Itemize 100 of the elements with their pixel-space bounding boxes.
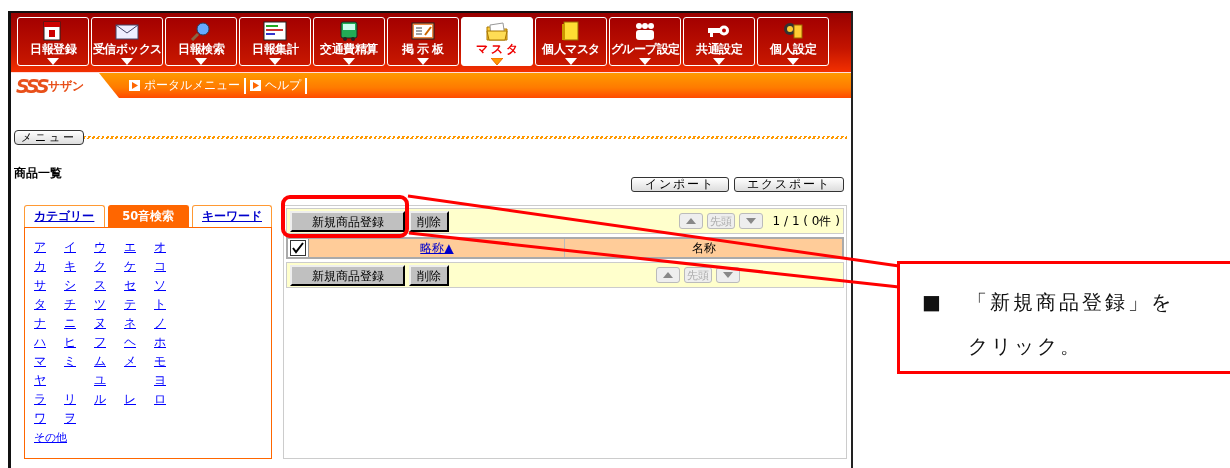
toolbar-button[interactable]: 新規商品登録 — [290, 264, 406, 286]
kana-link[interactable]: ク — [94, 258, 124, 274]
nav-button[interactable]: 個人設定 — [757, 17, 829, 66]
search-tab[interactable]: キーワード — [191, 205, 273, 227]
kana-link[interactable]: ル — [94, 391, 124, 407]
caret-icon — [417, 58, 429, 65]
kana-link[interactable]: ロ — [154, 391, 184, 407]
kana-link[interactable]: フ — [94, 334, 124, 350]
kana-link[interactable]: ミ — [64, 353, 94, 369]
kana-link[interactable]: チ — [64, 296, 94, 312]
kana-link[interactable]: ス — [94, 277, 124, 293]
kana-link[interactable]: マ — [34, 353, 64, 369]
kana-link[interactable]: その他 — [34, 430, 67, 445]
callout-text: ■ 「新規商品登録」をクリック。 — [922, 289, 1175, 360]
nav-button[interactable]: 共通設定 — [683, 17, 755, 66]
caret-icon — [565, 58, 577, 65]
column-header[interactable]: 略称▲ — [420, 239, 454, 257]
action-button[interactable]: エクスポート — [734, 177, 844, 192]
kana-link[interactable]: タ — [34, 296, 64, 312]
kana-link[interactable]: セ — [124, 277, 154, 293]
kana-link[interactable]: レ — [124, 391, 154, 407]
nav-button[interactable]: 個人マスタ — [535, 17, 607, 66]
kana-link[interactable]: ヤ — [34, 372, 64, 388]
play-icon — [250, 80, 261, 91]
nav-button[interactable]: 日報集計 — [239, 17, 311, 66]
kana-link[interactable]: ノ — [154, 315, 184, 331]
kana-link[interactable]: ワ — [34, 410, 64, 426]
down-arrow-icon — [745, 218, 756, 224]
kana-link[interactable]: ム — [94, 353, 124, 369]
kana-link[interactable]: ニ — [64, 315, 94, 331]
nav-button[interactable]: 掲 示 板 — [387, 17, 459, 66]
caret-icon — [787, 58, 799, 65]
kana-link[interactable]: メ — [124, 353, 154, 369]
caret-icon — [639, 58, 651, 65]
kana-link[interactable]: ソ — [154, 277, 184, 293]
kana-link[interactable]: ヒ — [64, 334, 94, 350]
kana-link[interactable]: サ — [34, 277, 64, 293]
menu-button[interactable]: メニュー — [14, 130, 84, 145]
up-arrow-icon — [663, 272, 673, 278]
nav-button[interactable]: マ ス タ — [461, 17, 533, 66]
kana-link[interactable]: ハ — [34, 334, 64, 350]
logo: SSSサザン — [11, 73, 119, 98]
nav-item-icon — [337, 21, 361, 41]
caret-icon — [343, 58, 355, 65]
nav-button[interactable]: 交通費精算 — [313, 17, 385, 66]
caret-icon — [491, 58, 503, 65]
toolbar-button[interactable]: 新規商品登録 — [290, 210, 406, 232]
kana-link[interactable]: モ — [154, 353, 184, 369]
nav-item-icon — [485, 21, 509, 41]
action-button[interactable]: インポート — [631, 177, 729, 192]
kana-link[interactable]: ヘ — [124, 334, 154, 350]
kana-link[interactable]: ユ — [94, 372, 124, 388]
nav-item-icon — [115, 21, 139, 41]
nav-button[interactable]: 日報検索 — [165, 17, 237, 66]
kana-link[interactable]: ホ — [154, 334, 184, 350]
kana-link[interactable]: ヌ — [94, 315, 124, 331]
up-arrow-icon — [685, 218, 696, 224]
toolbar-button[interactable]: 削除 — [409, 210, 450, 232]
kana-link[interactable]: ヨ — [154, 372, 184, 388]
page-count: 1 / 1 ( 0件 ) — [772, 212, 840, 230]
kana-link[interactable]: キ — [64, 258, 94, 274]
kana-link[interactable]: オ — [154, 239, 184, 255]
select-all-checkbox[interactable] — [290, 240, 307, 256]
kana-link[interactable]: シ — [64, 277, 94, 293]
kana-link[interactable]: コ — [154, 258, 184, 274]
caret-icon — [713, 58, 725, 65]
kana-link[interactable]: エ — [124, 239, 154, 255]
kana-link[interactable]: ヲ — [64, 410, 94, 426]
kana-link[interactable]: カ — [34, 258, 64, 274]
play-icon — [129, 80, 140, 91]
page-title: 商品一覧 — [14, 165, 63, 182]
kana-link[interactable]: テ — [124, 296, 154, 312]
caret-icon — [195, 58, 207, 65]
caret-icon — [269, 58, 281, 65]
column-header: 名称 — [691, 239, 716, 257]
nav-button[interactable]: グループ設定 — [609, 17, 681, 66]
kana-link[interactable]: リ — [64, 391, 94, 407]
kana-link[interactable]: ツ — [94, 296, 124, 312]
nav-button[interactable]: 日報登録 — [17, 17, 89, 66]
kana-link[interactable]: ト — [154, 296, 184, 312]
nav-item-icon — [189, 21, 213, 41]
kana-link[interactable]: ネ — [124, 315, 154, 331]
nav-item-icon — [633, 21, 657, 41]
nav-item-icon — [781, 21, 805, 41]
kana-link[interactable]: イ — [64, 239, 94, 255]
nav-button[interactable]: 受信ボックス — [91, 17, 163, 66]
page-up-button[interactable] — [656, 267, 680, 283]
kana-link[interactable]: ナ — [34, 315, 64, 331]
page-down-button[interactable] — [738, 213, 763, 229]
page-up-button[interactable] — [678, 213, 703, 229]
kana-link[interactable]: ウ — [94, 239, 124, 255]
caret-icon — [121, 58, 133, 65]
toolbar-button[interactable]: 削除 — [409, 264, 450, 286]
nav-item-icon — [263, 21, 287, 41]
kana-link[interactable]: ラ — [34, 391, 64, 407]
caret-icon — [47, 58, 59, 65]
kana-link[interactable]: ア — [34, 239, 64, 255]
nav-item-icon — [411, 21, 435, 41]
kana-link[interactable]: ケ — [124, 258, 154, 274]
search-tab[interactable]: カテゴリー — [24, 205, 105, 227]
